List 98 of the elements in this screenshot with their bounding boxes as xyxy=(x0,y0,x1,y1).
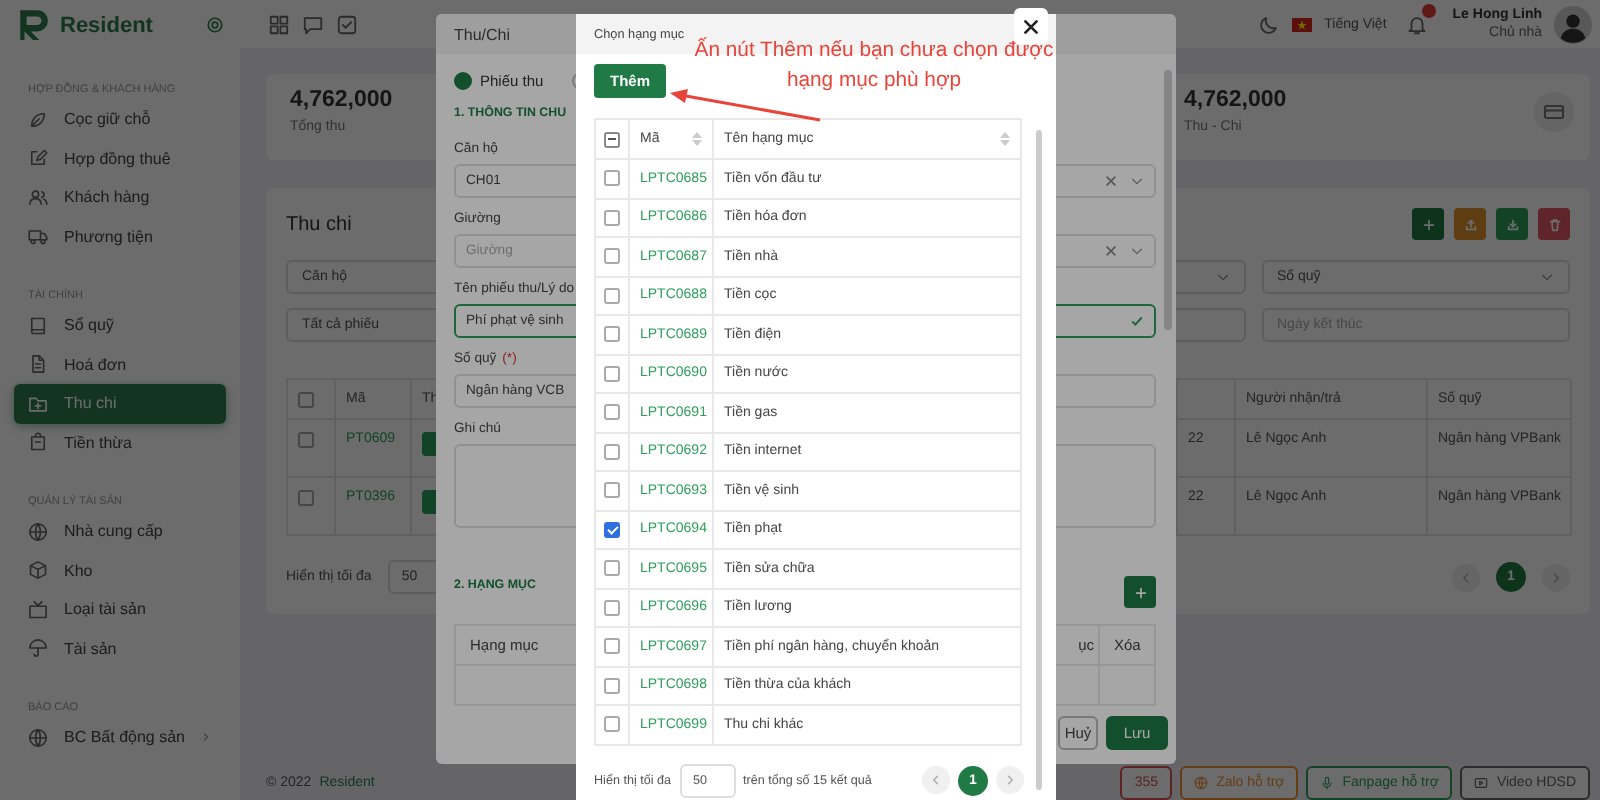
sidebar-item[interactable]: Cọc giữ chỗ xyxy=(0,100,240,139)
chevron-left-icon xyxy=(1460,571,1472,583)
next-page-button[interactable] xyxy=(1542,563,1570,591)
sort-icon[interactable] xyxy=(1000,132,1010,146)
box-icon xyxy=(28,560,48,581)
sidebar-item[interactable]: Loại tài sản xyxy=(0,590,240,629)
play-icon xyxy=(1474,776,1489,790)
leaf-icon xyxy=(28,109,48,130)
chat-icon xyxy=(302,13,324,35)
trash-button[interactable] xyxy=(1538,208,1570,240)
checkbox-icon xyxy=(336,13,358,35)
clear-icon[interactable] xyxy=(1104,174,1118,188)
row-checkbox[interactable] xyxy=(604,560,620,577)
flag-icon[interactable] xyxy=(1292,17,1313,31)
globe-icon xyxy=(1194,776,1209,790)
sidebar-item[interactable]: Phương tiện xyxy=(0,217,240,256)
chevron-right-icon xyxy=(1004,774,1016,786)
scrollbar[interactable] xyxy=(1036,130,1042,790)
globe-icon xyxy=(28,727,48,748)
sidebar-item[interactable]: Hợp đồng thuê xyxy=(0,139,240,178)
chevron-right-icon xyxy=(1550,571,1562,583)
check-icon xyxy=(1130,314,1144,328)
sidebar-item[interactable]: Thu chi xyxy=(14,384,226,423)
sidebar-item[interactable]: Tiền thừa xyxy=(0,423,240,462)
folder-icon xyxy=(28,393,48,414)
row-checkbox[interactable] xyxy=(604,326,620,343)
avatar[interactable] xyxy=(1554,5,1592,43)
chevron-icon xyxy=(1130,174,1144,188)
row-checkbox[interactable] xyxy=(604,287,620,304)
row-checkbox[interactable] xyxy=(604,365,620,382)
sidebar-item[interactable]: Khách hàng xyxy=(0,178,240,217)
dialog-title: Thu/Chi xyxy=(454,25,511,43)
sidebar-item[interactable]: BC Bất động sản xyxy=(0,718,240,757)
bell-icon xyxy=(1406,13,1429,35)
book-icon xyxy=(28,315,48,336)
row-checkbox[interactable] xyxy=(604,599,620,616)
annotation-text: Ấn nút Thêm nếu bạn chưa chọn được xyxy=(694,36,1054,66)
row-checkbox[interactable] xyxy=(604,170,620,187)
document-icon xyxy=(28,354,48,375)
upload-icon xyxy=(1463,217,1477,231)
download-icon xyxy=(1505,217,1519,231)
chevron-left-icon xyxy=(930,774,942,786)
truck-icon xyxy=(28,226,48,247)
globe-icon xyxy=(28,521,48,542)
chevron-icon xyxy=(1215,270,1229,284)
row-checkbox[interactable] xyxy=(604,443,620,460)
sidebar-item[interactable]: Nhà cung cấp xyxy=(0,512,240,551)
previous-page-button[interactable] xyxy=(1452,563,1480,591)
row-checkbox[interactable] xyxy=(298,432,314,448)
logo-icon xyxy=(16,8,50,42)
grid-icon xyxy=(268,13,290,35)
users-icon xyxy=(28,187,48,208)
row-checkbox[interactable] xyxy=(604,404,620,421)
stat-value: 4,762,000 xyxy=(1184,88,1287,112)
microphone-icon xyxy=(1320,776,1335,790)
annotation-text: hạng mục phù hợp xyxy=(786,68,962,96)
moon-icon xyxy=(1258,13,1281,35)
close-button[interactable] xyxy=(1014,8,1048,44)
umbrella-icon xyxy=(28,638,48,659)
select-all-checkbox[interactable] xyxy=(298,391,314,407)
chevron-icon xyxy=(1130,244,1144,258)
panel-title: Thu chi xyxy=(286,213,352,235)
sidebar-item[interactable]: Kho xyxy=(0,551,240,590)
trash-icon xyxy=(1547,217,1561,231)
row-checkbox[interactable] xyxy=(604,521,620,538)
row-checkbox[interactable] xyxy=(604,248,620,265)
clear-icon[interactable] xyxy=(1104,244,1118,258)
column-header[interactable] xyxy=(1178,380,1236,420)
upload-button[interactable] xyxy=(1454,208,1486,240)
chevron-icon xyxy=(1540,270,1554,284)
card-icon xyxy=(1534,92,1574,132)
bag-icon xyxy=(28,432,48,453)
row-checkbox[interactable] xyxy=(604,677,620,694)
stat-value: 4,762,000 xyxy=(290,88,393,112)
brand-name: Resident xyxy=(60,13,153,37)
add-button[interactable] xyxy=(1412,208,1444,240)
sidebar-item[interactable]: Sổ quỹ xyxy=(0,306,240,345)
next-page-button[interactable] xyxy=(996,766,1024,794)
add-icon xyxy=(1421,217,1435,231)
close-icon xyxy=(1022,17,1040,35)
sidebar-item[interactable]: Tài sản xyxy=(0,629,240,668)
row-checkbox[interactable] xyxy=(298,490,314,506)
tv-icon xyxy=(28,599,48,620)
previous-page-button[interactable] xyxy=(922,766,950,794)
row-checkbox[interactable] xyxy=(604,482,620,499)
download-button[interactable] xyxy=(1496,208,1528,240)
edit-icon xyxy=(28,148,48,169)
target-icon xyxy=(206,16,224,34)
select-all-checkbox[interactable] xyxy=(604,131,620,147)
plus-icon xyxy=(1133,585,1147,599)
row-checkbox[interactable] xyxy=(604,209,620,226)
row-checkbox[interactable] xyxy=(604,716,620,733)
scrollbar[interactable] xyxy=(1164,70,1172,330)
notification-badge xyxy=(1422,3,1437,17)
add-button[interactable] xyxy=(1124,576,1156,608)
radio-button[interactable] xyxy=(454,71,472,89)
sidebar-item[interactable]: Hoá đơn xyxy=(0,345,240,384)
row-checkbox[interactable] xyxy=(604,638,620,655)
